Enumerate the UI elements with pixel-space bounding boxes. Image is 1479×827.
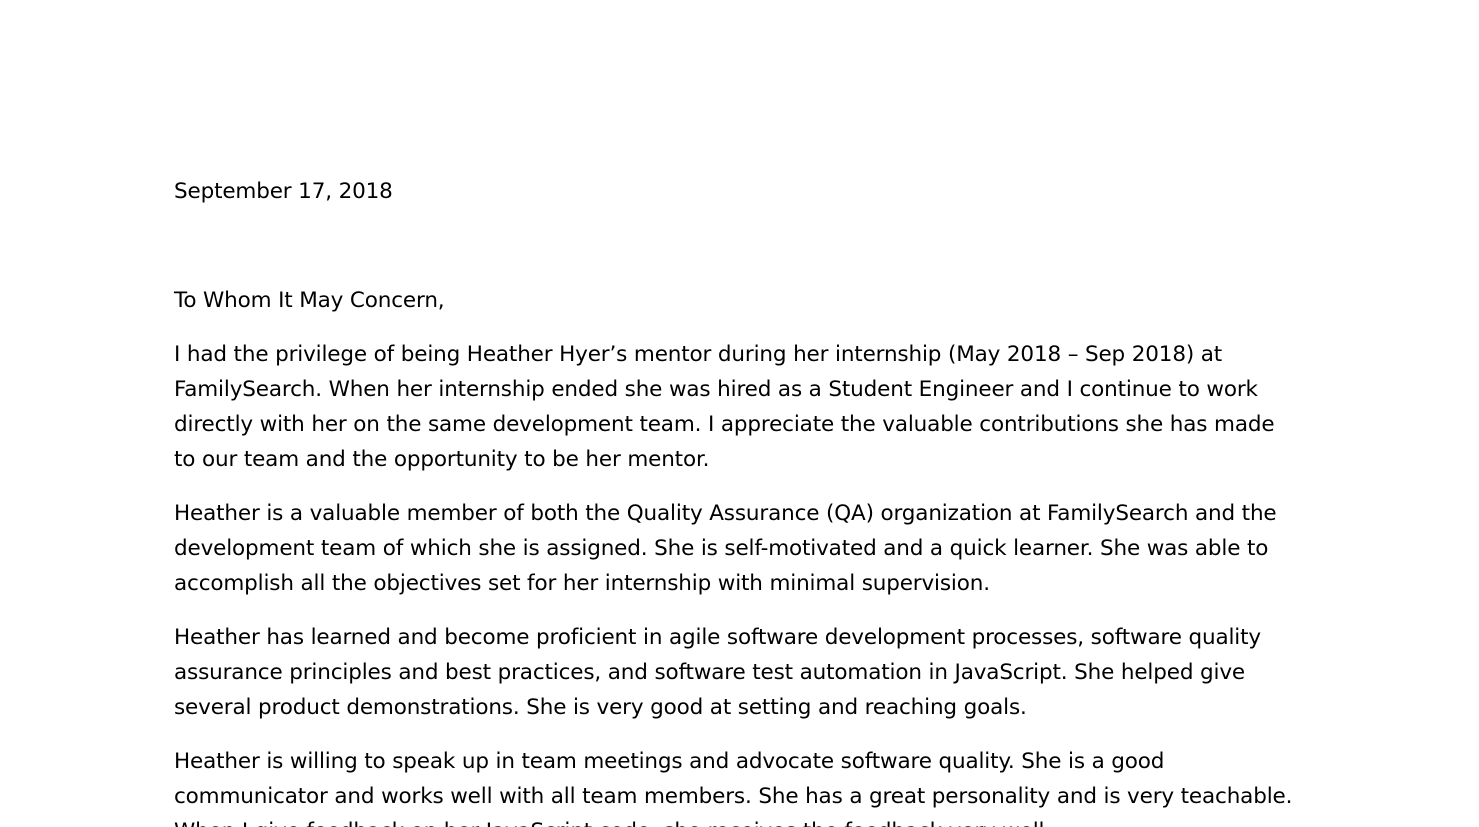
paragraph-line: directly with her on the same developmen… — [174, 412, 1275, 437]
letter-body: September 17, 2018 To Whom It May Concer… — [174, 174, 1314, 827]
paragraph-line: to our team and the opportunity to be he… — [174, 447, 710, 472]
paragraph-skills: Heather has learned and become proficien… — [174, 620, 1314, 725]
paragraph-line: I had the privilege of being Heather Hye… — [174, 342, 1223, 367]
document-page: September 17, 2018 To Whom It May Concer… — [0, 0, 1479, 827]
paragraph-line: Heather has learned and become proficien… — [174, 625, 1261, 650]
paragraph-mentorship: I had the privilege of being Heather Hye… — [174, 337, 1314, 477]
paragraph-line: FamilySearch. When her internship ended … — [174, 377, 1258, 402]
paragraph-line: assurance principles and best practices,… — [174, 660, 1245, 685]
paragraph-line: several product demonstrations. She is v… — [174, 695, 1027, 720]
paragraph-line: communicator and works well with all tea… — [174, 784, 1293, 809]
paragraph-line: Heather is willing to speak up in team m… — [174, 749, 1165, 774]
paragraph-line: development team of which she is assigne… — [174, 536, 1269, 561]
letter-date: September 17, 2018 — [174, 179, 393, 204]
paragraph-line: When I give feedback on her JavaScript c… — [174, 814, 1314, 827]
letter-salutation: To Whom It May Concern, — [174, 288, 445, 313]
paragraph-qa-member: Heather is a valuable member of both the… — [174, 496, 1314, 601]
paragraph-communication: Heather is willing to speak up in team m… — [174, 744, 1314, 827]
paragraph-line: accomplish all the objectives set for he… — [174, 571, 990, 596]
paragraph-line: Heather is a valuable member of both the… — [174, 501, 1277, 526]
